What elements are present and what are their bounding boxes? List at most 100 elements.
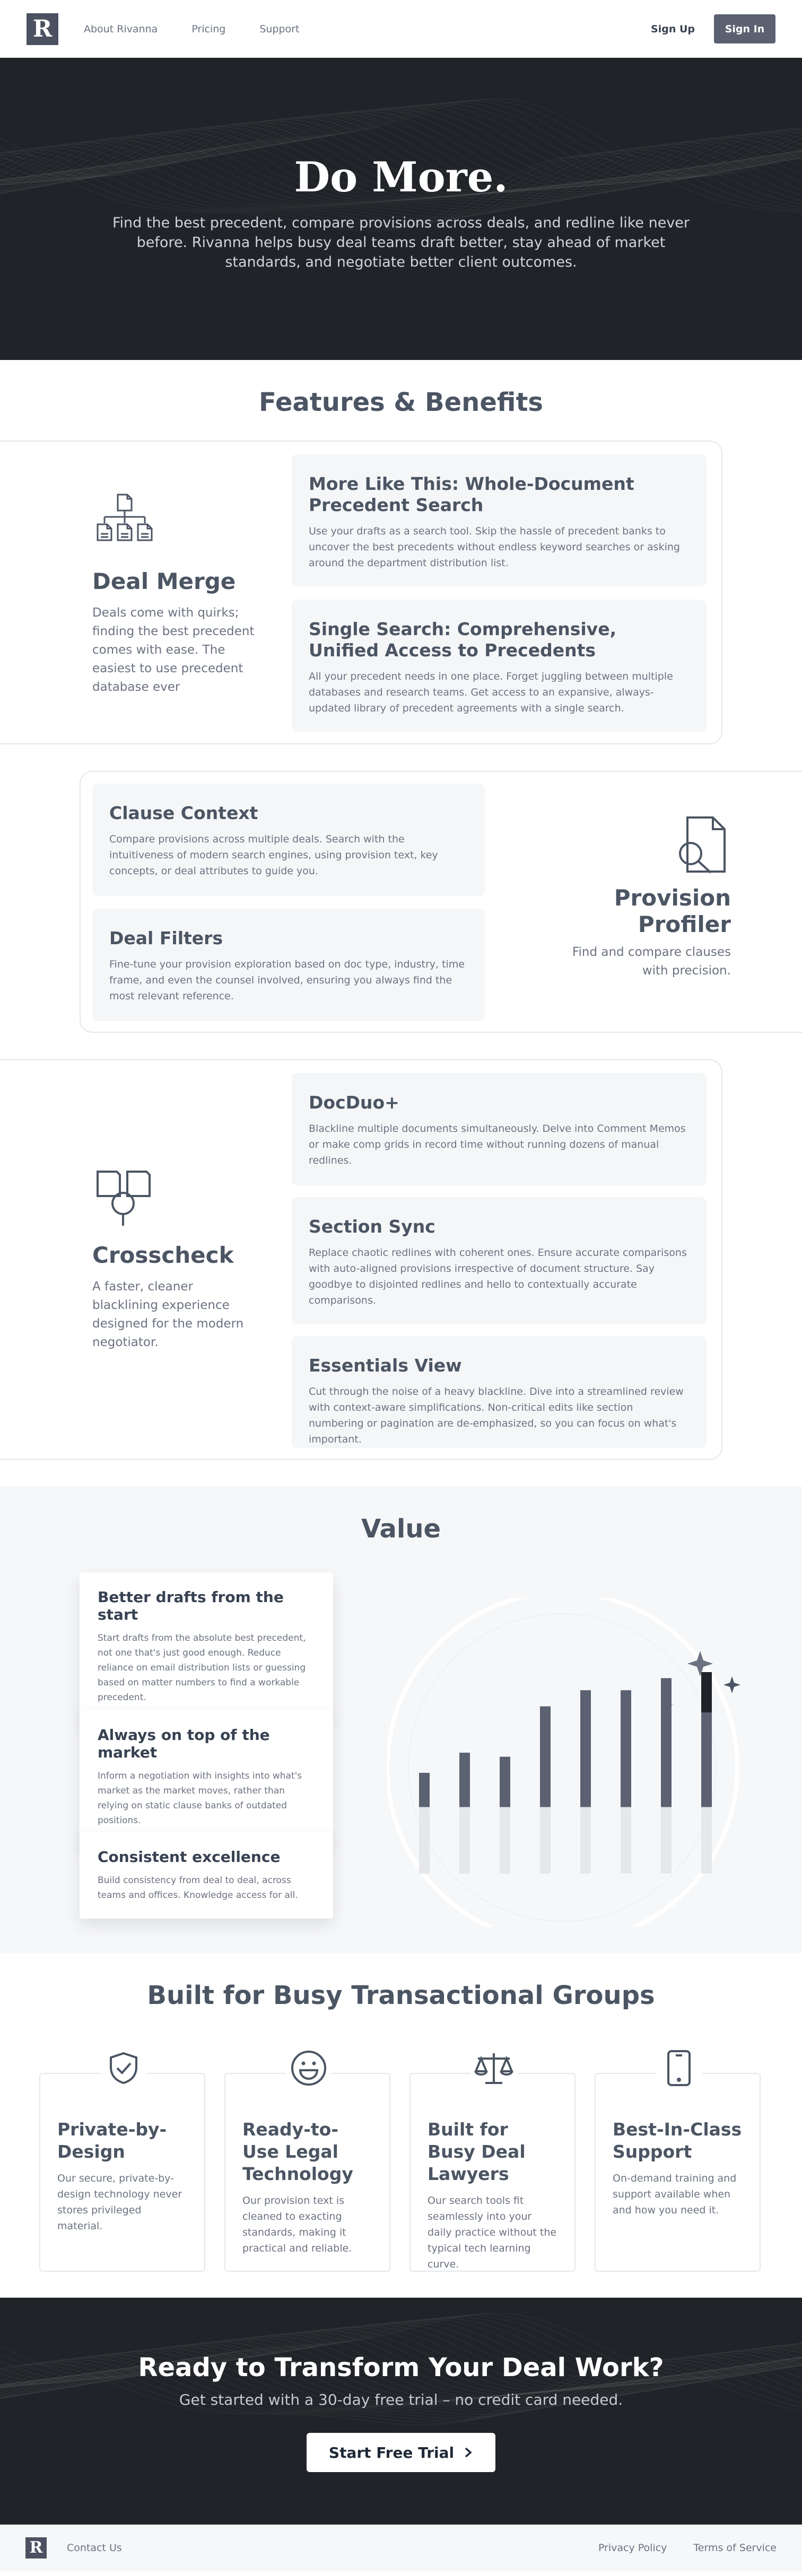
feature-card-text: Cut through the noise of a heavy blackli…: [309, 1386, 684, 1445]
provision-profiler-summary: Provision Profiler Find and compare clau…: [556, 815, 731, 980]
smile-icon: [291, 2051, 326, 2086]
bar-base: [500, 1807, 510, 1874]
footer: R Contact Us Privacy Policy Terms of Ser…: [0, 2525, 802, 2571]
crosscheck-description: A faster, cleaner blacklining experience…: [92, 1280, 244, 1349]
hero-subtitle: Find the best precedent, compare provisi…: [112, 215, 690, 270]
feature-card-title: Deal Filters: [109, 928, 223, 948]
feature-card: Deal Filters Fine-tune your provision ex…: [92, 909, 485, 1021]
value-section: Value Better drafts from the start Start…: [0, 1487, 802, 1953]
sign-in-button[interactable]: Sign In: [714, 14, 775, 43]
benefit-card-title: Private-by-Design: [57, 2119, 167, 2162]
provision-profiler-description: Find and compare clauses with precision.: [572, 945, 731, 978]
benefit-card-text: Our secure, private-by-design technology…: [57, 2173, 182, 2232]
provision-profiler-title: Provision Profiler: [614, 885, 731, 937]
benefit-card: Ready-to-Use Legal Technology Our provis…: [224, 2044, 390, 2272]
benefit-card-text: Our search tools fit seamlessly into you…: [428, 2195, 557, 2270]
value-card-title: Always on top of the market: [98, 1726, 270, 1761]
bar-middle: [621, 1690, 631, 1807]
terms-of-service-link[interactable]: Terms of Service: [693, 2542, 777, 2554]
bar-middle: [459, 1753, 470, 1807]
benefit-card: Built for Busy Deal Lawyers Our search t…: [409, 2044, 576, 2272]
features-title: Features & Benefits: [259, 388, 543, 417]
crosscheck-section: Crosscheck A faster, cleaner blacklining…: [0, 1059, 722, 1460]
value-card: Always on top of the market Inform a neg…: [80, 1710, 333, 1844]
feature-card-text: Compare provisions across multiple deals…: [109, 833, 438, 877]
deal-merge-section: Deal Merge Deals come with quirks; findi…: [0, 441, 722, 744]
bar-base: [580, 1807, 591, 1874]
bar-base: [701, 1807, 712, 1874]
document-search-icon: [679, 816, 726, 874]
bar-top: [701, 1672, 712, 1712]
benefit-card: Private-by-Design Our secure, private-by…: [39, 2044, 205, 2272]
bar-middle: [661, 1678, 672, 1807]
contact-us-link[interactable]: Contact Us: [67, 2542, 122, 2554]
hero-title: Do More.: [294, 153, 508, 201]
value-card-text: Build consistency from deal to deal, acr…: [98, 1875, 298, 1901]
deal-merge-summary: Deal Merge Deals come with quirks; findi…: [92, 493, 262, 697]
benefit-card-text: On-demand training and support available…: [613, 2173, 737, 2216]
bar-base: [661, 1807, 672, 1874]
value-card-text: Start drafts from the absolute best prec…: [98, 1633, 306, 1703]
nav-link-about[interactable]: About Rivanna: [84, 23, 158, 35]
bar-base: [419, 1807, 430, 1874]
feature-card: Single Search: Comprehensive, Unified Ac…: [292, 600, 707, 732]
bar-base: [540, 1807, 551, 1874]
sign-up-link[interactable]: Sign Up: [651, 23, 695, 35]
cta-subtitle: Get started with a 30-day free trial – n…: [179, 2391, 623, 2408]
feature-card-title: Clause Context: [109, 803, 258, 823]
nav-link-support[interactable]: Support: [259, 23, 299, 35]
feature-card-title: Single Search: Comprehensive, Unified Ac…: [309, 619, 617, 661]
value-card: Better drafts from the start Start draft…: [80, 1572, 333, 1721]
feature-card-title: Section Sync: [309, 1216, 435, 1237]
feature-card-text: Fine-tune your provision exploration bas…: [109, 959, 465, 1002]
documents-magnify-icon: [97, 1171, 151, 1226]
built-for-title: Built for Busy Transactional Groups: [147, 1981, 655, 2010]
footer-logo[interactable]: R: [25, 2537, 47, 2559]
shield-check-icon: [110, 2052, 137, 2085]
bar-middle: [500, 1756, 510, 1807]
provision-profiler-section: Clause Context Compare provisions across…: [80, 771, 802, 1033]
crosscheck-title: Crosscheck: [92, 1242, 234, 1268]
bar-middle: [540, 1706, 551, 1807]
value-card-text: Inform a negotiation with insights into …: [98, 1771, 302, 1826]
cta-title: Ready to Transform Your Deal Work?: [138, 2353, 664, 2382]
start-free-trial-button[interactable]: Start Free Trial: [307, 2433, 495, 2472]
feature-card-text: Use your drafts as a search tool. Skip t…: [309, 525, 680, 569]
scales-icon: [474, 2053, 513, 2084]
feature-card-text: Replace chaotic redlines with coherent o…: [309, 1247, 687, 1306]
benefit-card-title: Ready-to-Use Legal Technology: [242, 2119, 353, 2184]
value-card-title: Consistent excellence: [98, 1848, 281, 1866]
feature-card: Essentials View Cut through the noise of…: [292, 1336, 707, 1448]
growth-illustration: [387, 1598, 740, 1927]
bar-base: [459, 1807, 470, 1874]
cta-section: Ready to Transform Your Deal Work? Get s…: [0, 2298, 802, 2525]
feature-card: Section Sync Replace chaotic redlines wi…: [292, 1197, 707, 1324]
bar-middle: [580, 1690, 591, 1807]
feature-card-text: Blackline multiple documents simultaneou…: [309, 1123, 686, 1166]
deal-merge-title: Deal Merge: [92, 568, 236, 594]
benefit-card-title: Best-In-Class Support: [613, 2119, 742, 2162]
document-tree-icon: [97, 494, 153, 541]
nav-links: About Rivanna Pricing Support: [84, 23, 299, 35]
feature-card: More Like This: Whole-Document Precedent…: [292, 454, 707, 586]
bar-middle: [701, 1712, 712, 1807]
deal-merge-description: Deals come with quirks; finding the best…: [92, 606, 255, 694]
benefit-card: Best-In-Class Support On-demand training…: [595, 2044, 761, 2272]
feature-card-title: More Like This: Whole-Document Precedent…: [309, 473, 634, 515]
rivanna-logo[interactable]: R: [27, 13, 58, 45]
feature-card: Clause Context Compare provisions across…: [92, 784, 485, 896]
phone-icon: [667, 2050, 691, 2086]
bar-middle: [419, 1773, 430, 1807]
value-card: Consistent excellence Build consistency …: [80, 1832, 333, 1919]
privacy-policy-link[interactable]: Privacy Policy: [598, 2542, 667, 2554]
top-nav: R About Rivanna Pricing Support Sign Up …: [0, 0, 802, 58]
chevron-right-icon: [465, 2447, 472, 2458]
value-card-title: Better drafts from the start: [98, 1588, 284, 1623]
nav-link-pricing[interactable]: Pricing: [191, 23, 225, 35]
value-title: Value: [361, 1514, 441, 1544]
benefit-card-title: Built for Busy Deal Lawyers: [428, 2119, 526, 2184]
hero: Do More. Find the best precedent, compar…: [0, 58, 802, 360]
feature-card-title: Essentials View: [309, 1355, 462, 1376]
start-free-trial-label: Start Free Trial: [328, 2443, 455, 2461]
crosscheck-summary: Crosscheck A faster, cleaner blacklining…: [92, 1166, 262, 1352]
